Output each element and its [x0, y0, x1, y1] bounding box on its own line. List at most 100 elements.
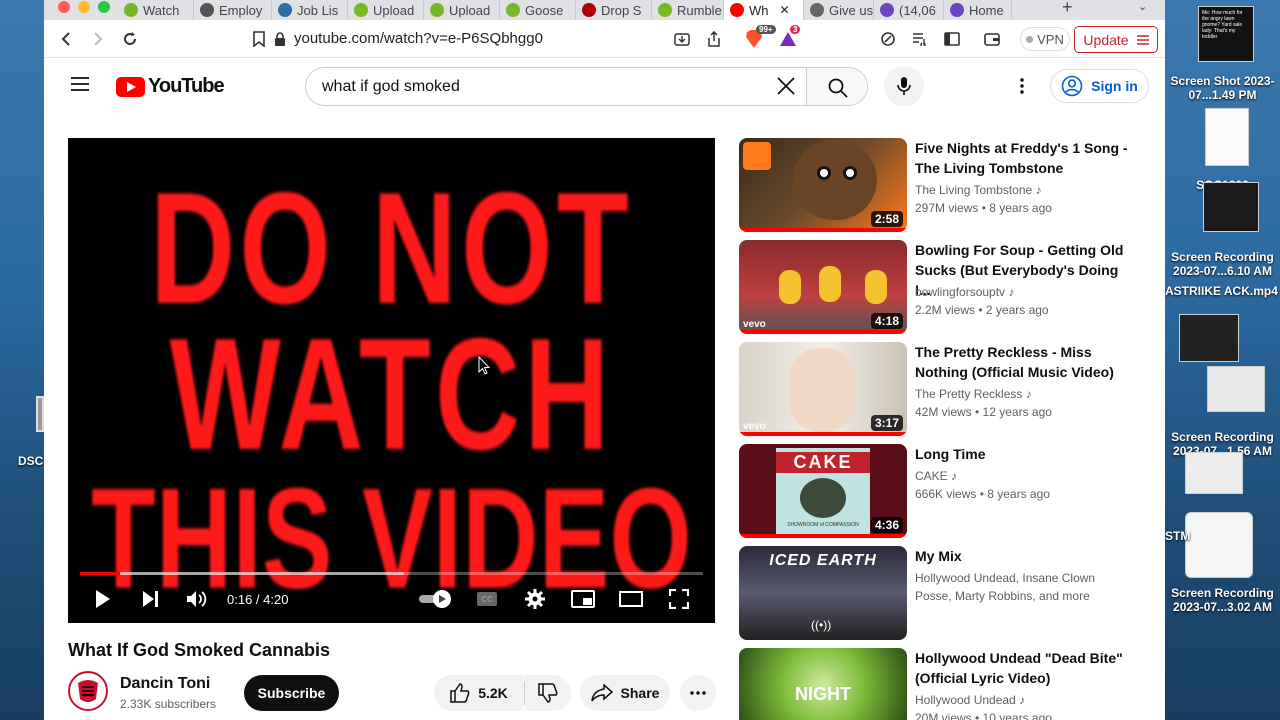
youtube-logo[interactable]: YouTube: [116, 75, 225, 98]
recommendation-title[interactable]: Long Time: [915, 444, 1135, 464]
progress-bar[interactable]: [80, 572, 703, 575]
tab-list-chevron-icon[interactable]: ⌄: [1138, 0, 1152, 16]
settings-menu-button[interactable]: [1010, 74, 1034, 98]
album-logo-text: CAKE: [776, 452, 870, 473]
close-window-button[interactable]: [58, 1, 70, 13]
update-button[interactable]: Update: [1074, 26, 1158, 53]
video-thumbnail[interactable]: NIGHT: [739, 648, 907, 720]
extensions-button[interactable]: [878, 29, 898, 49]
browser-tab[interactable]: Home: [944, 0, 1012, 20]
reload-button[interactable]: [120, 29, 140, 49]
sidebar-toggle-button[interactable]: [942, 29, 962, 49]
video-thumbnail[interactable]: ICED EARTH ((•)): [739, 546, 907, 640]
install-button[interactable]: [672, 29, 692, 49]
vpn-button[interactable]: VPN: [1020, 27, 1070, 51]
browser-window: Watch Employ Job Lis Upload Upload Goose Drop …: [44, 0, 1165, 720]
tab-label: Goose: [525, 2, 564, 18]
guide-menu-button[interactable]: [70, 76, 90, 94]
share-button[interactable]: Share: [580, 675, 670, 711]
play-button[interactable]: [90, 587, 116, 611]
puppet-figure-icon: [779, 270, 801, 304]
subtitles-button[interactable]: CC: [474, 587, 500, 611]
desktop-thumb-screen[interactable]: [1185, 452, 1243, 494]
recommendation-title[interactable]: Five Nights at Freddy's 1 Song - The Liv…: [915, 138, 1135, 178]
new-tab-button[interactable]: +: [1062, 0, 1080, 18]
update-label: Update: [1083, 31, 1129, 48]
sign-in-button[interactable]: Sign in: [1050, 69, 1149, 103]
next-button[interactable]: [138, 587, 164, 611]
channel-avatar[interactable]: [68, 671, 108, 711]
brave-shields-button[interactable]: 99+: [744, 25, 776, 49]
settings-button[interactable]: [522, 587, 548, 611]
dislike-button[interactable]: [525, 675, 571, 711]
bookmark-button[interactable]: [249, 29, 269, 49]
wallet-button[interactable]: [982, 29, 1002, 49]
recommendation-title[interactable]: The Pretty Reckless - Miss Nothing (Offi…: [915, 342, 1135, 382]
browser-tab[interactable]: Watch: [118, 0, 194, 20]
share-label: Share: [620, 685, 660, 701]
desktop-thumb-video[interactable]: [1179, 314, 1239, 362]
browser-tab[interactable]: Job Lis: [272, 0, 348, 20]
search-input[interactable]: [322, 68, 762, 105]
theater-mode-button[interactable]: [618, 587, 644, 611]
recommendation-item[interactable]: vevo 4:18 Bowling For Soup - Getting Old…: [739, 240, 1139, 334]
forward-button[interactable]: [88, 29, 108, 49]
recommendation-item[interactable]: vevo 3:17 The Pretty Reckless - Miss Not…: [739, 342, 1139, 436]
subscribe-button[interactable]: Subscribe: [244, 675, 339, 711]
address-bar[interactable]: youtube.com/watch?v=e-P6SQbhgg0: [294, 30, 543, 47]
browser-tab[interactable]: Upload: [424, 0, 500, 20]
recommendation-item[interactable]: NIGHT Hollywood Undead "Dead Bite" (Offi…: [739, 648, 1139, 720]
video-thumbnail[interactable]: vevo 3:17: [739, 342, 907, 436]
puppet-figure-icon: [819, 266, 841, 302]
mute-button[interactable]: [184, 587, 210, 611]
like-button[interactable]: 5.2K: [434, 675, 524, 711]
browser-tab[interactable]: Rumble: [652, 0, 724, 20]
back-button[interactable]: [56, 29, 76, 49]
youtube-wordmark: YouTube: [148, 75, 225, 97]
browser-tab[interactable]: (14,06: [874, 0, 944, 20]
site-info-button[interactable]: [270, 29, 290, 49]
desktop-thumb-screenshot[interactable]: Me: How much for the angry lawn gnome? Y…: [1198, 6, 1254, 62]
playlist-button[interactable]: [910, 29, 930, 49]
minimize-window-button[interactable]: [78, 1, 90, 13]
zoom-window-button[interactable]: [98, 1, 110, 13]
play-icon: [96, 590, 110, 608]
autoplay-toggle[interactable]: [418, 587, 454, 611]
desktop-thumb-screen[interactable]: [1207, 366, 1265, 412]
recommendation-item[interactable]: ICED EARTH ((•)) My Mix Hollywood Undead…: [739, 546, 1139, 640]
search-button[interactable]: [806, 68, 867, 105]
recommendation-item[interactable]: CAKE SHOWROOM of COMPASSION 4:36 Long Ti…: [739, 444, 1139, 538]
desktop-thumb-video[interactable]: [1203, 182, 1259, 232]
blackhawks-logo-icon: [71, 674, 105, 708]
watched-progress-bar: [739, 228, 907, 232]
video-player[interactable]: DO NOT WATCH THIS VIDEO 0:16 / 4:20 CC: [68, 138, 715, 623]
recommendation-title[interactable]: Hollywood Undead "Dead Bite" (Official L…: [915, 648, 1135, 688]
vevo-logo-icon: vevo: [743, 319, 766, 330]
desktop-thumb-pdf[interactable]: [1185, 512, 1253, 578]
recommendation-title[interactable]: My Mix: [915, 546, 1135, 566]
browser-tab[interactable]: Give us: [804, 0, 874, 20]
brave-rewards-button[interactable]: 3: [778, 25, 801, 49]
browser-tab[interactable]: Employ: [194, 0, 272, 20]
browser-tab[interactable]: Drop S: [576, 0, 652, 20]
band-logo-text: ICED EARTH: [769, 552, 877, 569]
share-page-button[interactable]: [704, 29, 724, 49]
desktop-file-icon[interactable]: [36, 396, 44, 432]
channel-name[interactable]: Dancin Toni: [120, 675, 210, 693]
browser-tab[interactable]: Upload: [348, 0, 424, 20]
voice-search-button[interactable]: [884, 66, 924, 106]
miniplayer-button[interactable]: [570, 587, 596, 611]
clear-search-button[interactable]: [776, 76, 800, 98]
close-tab-icon[interactable]: ✕: [780, 3, 790, 17]
more-actions-button[interactable]: [680, 675, 716, 711]
video-thumbnail[interactable]: 2:58: [739, 138, 907, 232]
tab-label: Home: [969, 2, 1004, 18]
desktop-thumb-document[interactable]: [1205, 108, 1249, 166]
video-thumbnail[interactable]: CAKE SHOWROOM of COMPASSION 4:36: [739, 444, 907, 538]
browser-tab[interactable]: Wh ✕: [724, 0, 804, 20]
tab-label: Give us: [829, 2, 874, 18]
browser-tab[interactable]: Goose: [500, 0, 576, 20]
recommendation-item[interactable]: 2:58 Five Nights at Freddy's 1 Song - Th…: [739, 138, 1139, 232]
fullscreen-button[interactable]: [666, 587, 692, 611]
video-thumbnail[interactable]: vevo 4:18: [739, 240, 907, 334]
